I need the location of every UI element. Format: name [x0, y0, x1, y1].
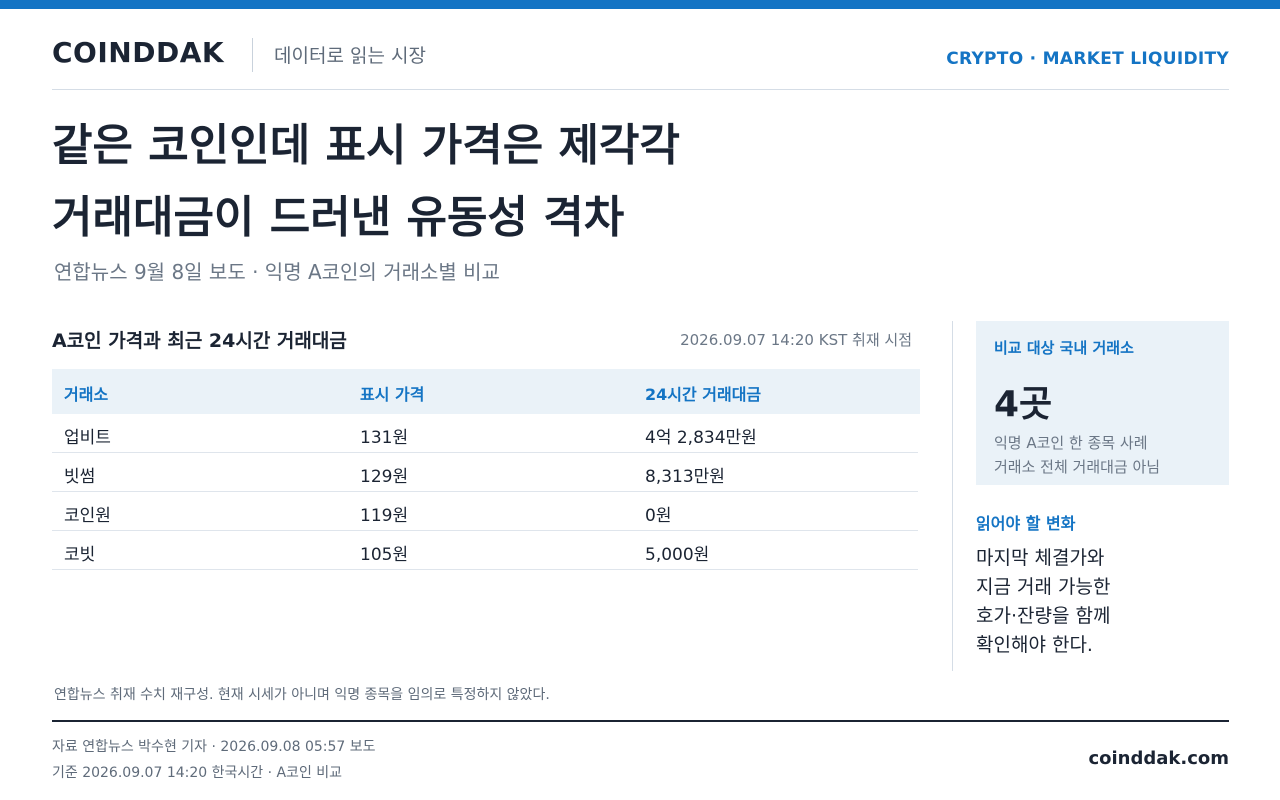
- takeaway-line: 지금 거래 가능한: [976, 576, 1111, 598]
- table-header-row: 거래소 표시 가격 24시간 거래대금: [52, 369, 920, 414]
- site-logo[interactable]: COINDDAK: [52, 36, 224, 69]
- site-header: COINDDAK 데이터로 읽는 시장 CRYPTO · MARKET LIQU…: [52, 30, 1229, 90]
- stat-description: 익명 A코인 한 종목 사례 거래소 전체 거래대금 아님: [994, 431, 1160, 479]
- cell-exchange: 업비트: [64, 428, 111, 448]
- takeaway-line: 호가·잔량을 함께: [976, 605, 1111, 627]
- site-domain-link[interactable]: coinddak.com: [1088, 748, 1229, 769]
- stat-card: 비교 대상 국내 거래소 4곳 익명 A코인 한 종목 사례 거래소 전체 거래…: [976, 321, 1229, 485]
- column-header-price: 표시 가격: [360, 385, 425, 404]
- table-row: 업비트 131원 4억 2,834만원: [52, 414, 918, 453]
- source-credit: 자료 연합뉴스 박수현 기자 · 2026.09.08 05:57 보도: [52, 739, 376, 755]
- table-row: 빗썸 129원 8,313만원: [52, 453, 918, 492]
- cell-price: 131원: [360, 428, 409, 448]
- cell-exchange: 빗썸: [64, 467, 96, 487]
- article-headline: 같은 코인인데 표시 가격은 제각각 거래대금이 드러낸 유동성 격차: [52, 110, 952, 254]
- cell-exchange: 코인원: [64, 506, 111, 526]
- column-header-exchange: 거래소: [64, 385, 109, 404]
- takeaway-line: 확인해야 한다.: [976, 634, 1093, 656]
- basis-note: 기준 2026.09.07 14:20 한국시간 · A코인 비교: [52, 765, 343, 781]
- stat-description-line: 거래소 전체 거래대금 아님: [994, 458, 1161, 476]
- sidebar-divider: [952, 321, 953, 671]
- stat-label: 비교 대상 국내 거래소: [994, 339, 1134, 357]
- stat-value: 4곳: [994, 384, 1053, 425]
- headline-line-1: 같은 코인인데 표시 가격은 제각각: [52, 120, 680, 171]
- table-row: 코빗 105원 5,000원: [52, 531, 918, 570]
- header-divider: [252, 38, 253, 72]
- cell-price: 105원: [360, 545, 409, 565]
- takeaway-text: 마지막 체결가와 지금 거래 가능한 호가·잔량을 함께 확인해야 한다.: [976, 544, 1110, 660]
- takeaway-label: 읽어야 할 변화: [976, 514, 1076, 533]
- takeaway-line: 마지막 체결가와: [976, 547, 1105, 569]
- table-timestamp: 2026.09.07 14:20 KST 취재 시점: [680, 331, 912, 349]
- article-subhead: 연합뉴스 9월 8일 보도 · 익명 A코인의 거래소별 비교: [54, 260, 500, 284]
- data-note: 연합뉴스 취재 수치 재구성. 현재 시세가 아니며 익명 종목을 임의로 특정…: [54, 687, 550, 703]
- top-accent-bar: [0, 0, 1280, 9]
- site-tagline: 데이터로 읽는 시장: [274, 45, 426, 67]
- column-header-volume: 24시간 거래대금: [645, 385, 762, 404]
- cell-price: 129원: [360, 467, 409, 487]
- headline-line-2: 거래대금이 드러낸 유동성 격차: [52, 192, 625, 243]
- page-footer: 자료 연합뉴스 박수현 기자 · 2026.09.08 05:57 보도 기준 …: [52, 720, 1229, 786]
- cell-price: 119원: [360, 506, 409, 526]
- table-title: A코인 가격과 최근 24시간 거래대금: [52, 330, 347, 352]
- cell-volume: 4억 2,834만원: [645, 428, 757, 448]
- cell-volume: 8,313만원: [645, 467, 725, 487]
- stat-description-line: 익명 A코인 한 종목 사례: [994, 434, 1148, 452]
- cell-exchange: 코빗: [64, 545, 96, 565]
- cell-volume: 5,000원: [645, 545, 710, 565]
- cell-volume: 0원: [645, 506, 672, 526]
- section-label[interactable]: CRYPTO · MARKET LIQUIDITY: [946, 49, 1229, 69]
- exchange-comparison-table: 거래소 표시 가격 24시간 거래대금 업비트 131원 4억 2,834만원 …: [52, 369, 920, 570]
- table-row: 코인원 119원 0원: [52, 492, 918, 531]
